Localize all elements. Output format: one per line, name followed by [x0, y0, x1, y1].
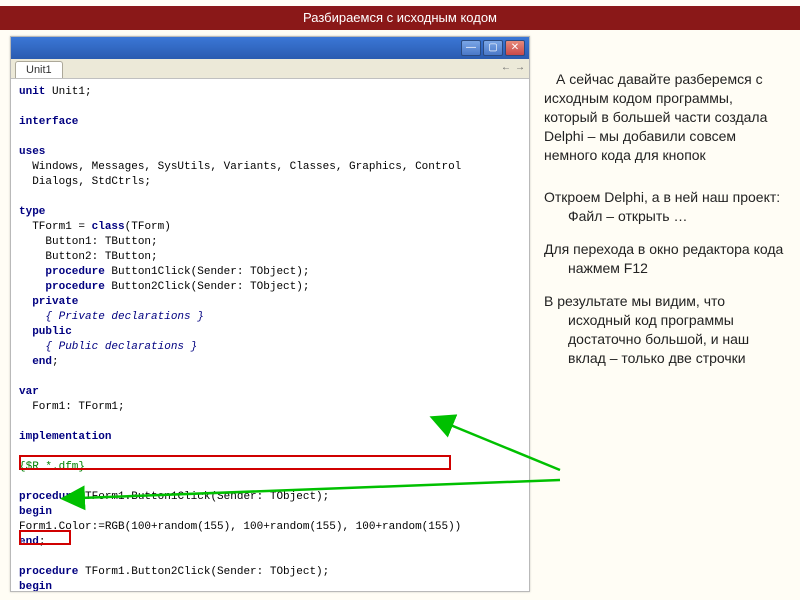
code-kw: unit	[19, 86, 45, 98]
code-kw: procedure	[19, 566, 78, 578]
code-text: Button2Click(Sender: TObject);	[105, 281, 310, 293]
code-kw: class	[92, 221, 125, 233]
paragraph-open: Откроем Delphi, а в ней наш проект: Файл…	[544, 188, 788, 226]
code-text: Button1Click(Sender: TObject);	[105, 266, 310, 278]
code-kw: procedure	[45, 266, 104, 278]
code-kw: private	[19, 296, 78, 308]
paragraph-f12: Для перехода в окно редактора кода нажме…	[544, 240, 788, 278]
editor-tabbar: Unit1 ← →	[11, 59, 529, 79]
code-kw: procedure	[19, 491, 78, 503]
nav-back-icon[interactable]: ←	[501, 62, 511, 73]
code-kw: type	[19, 206, 45, 218]
code-kw: implementation	[19, 431, 111, 443]
code-text: (TForm)	[125, 221, 171, 233]
code-kw: interface	[19, 116, 78, 128]
code-kw: procedure	[45, 281, 104, 293]
code-text: Dialogs, StdCtrls;	[19, 176, 151, 188]
code-text: Form1: TForm1;	[19, 401, 125, 413]
code-kw: begin	[19, 581, 52, 591]
tab-nav: ← →	[501, 62, 525, 73]
paragraph-intro: А сейчас давайте разберемся с исходным к…	[544, 70, 788, 164]
ide-window: — ▢ ✕ Unit1 ← → unit Unit1; interface us…	[10, 36, 530, 592]
close-button[interactable]: ✕	[505, 40, 525, 56]
code-kw: uses	[19, 146, 45, 158]
code-text	[19, 266, 45, 278]
slide-title: Разбираемся с исходным кодом	[303, 10, 497, 25]
code-text	[19, 356, 32, 368]
code-kw: end	[32, 356, 52, 368]
code-text: TForm1 =	[19, 221, 92, 233]
code-text: TForm1.Button2Click(Sender: TObject);	[78, 566, 329, 578]
code-kw: end	[19, 536, 39, 548]
code-kw: var	[19, 386, 39, 398]
paragraph-result: В результате мы видим, что исходный код …	[544, 292, 788, 368]
slide-title-band: Разбираемся с исходным кодом	[0, 6, 800, 30]
code-comment: { Private declarations }	[19, 311, 204, 323]
code-text: TForm1.Button1Click(Sender: TObject);	[78, 491, 329, 503]
code-text: Windows, Messages, SysUtils, Variants, C…	[19, 161, 461, 173]
code-kw: begin	[19, 506, 52, 518]
code-text: Button2: TButton;	[19, 251, 158, 263]
minimize-button[interactable]: —	[461, 40, 481, 56]
code-kw: public	[19, 326, 72, 338]
code-text	[19, 281, 45, 293]
code-text: Form1.Color:=RGB(100+random(155), 100+ra…	[19, 521, 461, 533]
tab-unit1[interactable]: Unit1	[15, 61, 63, 78]
code-editor[interactable]: unit Unit1; interface uses Windows, Mess…	[11, 79, 529, 591]
nav-fwd-icon[interactable]: →	[515, 62, 525, 73]
window-titlebar: — ▢ ✕	[11, 37, 529, 59]
code-text: ;	[52, 356, 59, 368]
maximize-button[interactable]: ▢	[483, 40, 503, 56]
code-text: Unit1;	[45, 86, 91, 98]
code-directive: {$R *.dfm}	[19, 461, 85, 473]
code-comment: { Public declarations }	[19, 341, 197, 353]
explanation-panel: А сейчас давайте разберемся с исходным к…	[544, 70, 788, 382]
code-text: ;	[39, 536, 46, 548]
code-text: Button1: TButton;	[19, 236, 158, 248]
